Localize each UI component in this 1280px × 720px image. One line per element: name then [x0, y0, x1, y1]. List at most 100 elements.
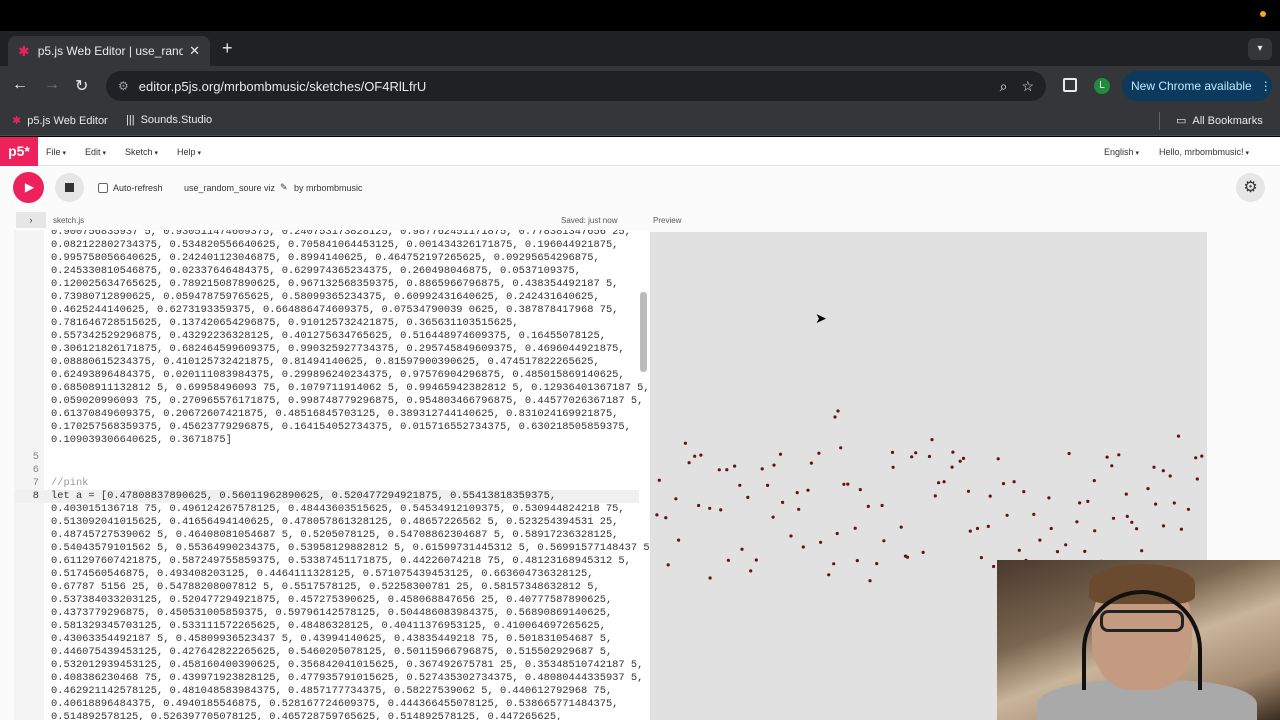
scatter-dot — [858, 488, 862, 492]
site-info-icon[interactable]: ⚙ — [118, 79, 129, 93]
bookmarks-divider — [1159, 112, 1160, 130]
scatter-dot — [832, 562, 836, 566]
code-line: 0.462921142578125, 0.481048583984375, 0.… — [51, 685, 613, 697]
scatter-dot — [1161, 524, 1166, 528]
scatter-dot — [950, 465, 954, 469]
scatter-dot — [835, 531, 839, 536]
settings-gear-icon[interactable]: ⚙ — [1236, 173, 1265, 202]
auto-refresh-label: Auto-refresh — [113, 183, 163, 193]
code-line: 0.446075439453125, 0.427642822265625, 0.… — [51, 646, 613, 658]
scatter-dot — [958, 459, 962, 463]
editor-nav-bar: p5* File Edit Sketch Help English Hello,… — [0, 137, 1280, 166]
scatter-dot — [1186, 507, 1190, 511]
code-editor[interactable]: 0.900756835937 5, 0.930511474609375, 0.2… — [14, 230, 649, 720]
p5-bookmark-icon: ✱ — [12, 115, 22, 127]
code-line: 0.62493896484375, 0.020111083984375, 0.2… — [51, 369, 625, 381]
edit-pencil-icon[interactable]: ✎ — [280, 182, 288, 193]
code-line: 0.557342529296875, 0.43292236328125, 0.4… — [51, 330, 606, 342]
scatter-dot — [914, 451, 918, 455]
auto-refresh-checkbox[interactable] — [98, 183, 108, 193]
back-arrow-icon[interactable]: ← — [12, 76, 28, 94]
scatter-dot — [1092, 479, 1096, 483]
code-line: 0.48745727539062 5, 0.46408081054687 5, … — [51, 529, 619, 541]
p5-favicon-icon: ✱ — [18, 42, 30, 59]
scatter-dot — [1161, 469, 1165, 473]
new-tab-icon[interactable]: + — [222, 38, 233, 59]
scatter-dot — [1111, 516, 1116, 520]
code-line: 0.120025634765625, 0.789215087890625, 0.… — [51, 278, 619, 290]
scatter-dot — [868, 579, 872, 583]
p5-logo[interactable]: p5* — [0, 137, 38, 166]
scatter-dot — [1140, 549, 1144, 553]
address-bar[interactable]: ⚙ editor.p5js.org/mrbombmusic/sketches/O… — [106, 71, 1046, 101]
menu-edit[interactable]: Edit — [85, 147, 106, 157]
menu-help[interactable]: Help — [177, 147, 201, 157]
scatter-dot — [708, 506, 712, 510]
language-menu[interactable]: English — [1104, 147, 1139, 157]
scatter-dot — [699, 453, 703, 457]
zoom-search-icon[interactable]: ⌕ — [1000, 78, 1008, 95]
scatter-dot — [880, 503, 884, 508]
code-line: 0.4373779296875, 0.450531005859375, 0.59… — [51, 607, 613, 619]
scatter-dot — [1005, 513, 1009, 517]
scatter-dot — [1055, 550, 1060, 554]
bookmarks-bar: ✱ p5.js Web Editor ||| Sounds.Studio ▭ A… — [0, 106, 1280, 136]
bookmark-sounds-studio[interactable]: ||| Sounds.Studio — [126, 114, 212, 126]
scatter-dot — [772, 463, 776, 467]
scatter-dot — [1179, 527, 1183, 531]
code-line: 0.73980712890625, 0.059478759765625, 0.5… — [51, 291, 600, 303]
all-bookmarks-button[interactable]: ▭ All Bookmarks — [1176, 114, 1263, 128]
scatter-dot — [1172, 501, 1176, 505]
stop-button[interactable] — [55, 173, 84, 202]
scatter-dot — [890, 450, 895, 454]
bookmark-p5-editor[interactable]: ✱ p5.js Web Editor — [12, 114, 108, 128]
scatter-dot — [795, 491, 799, 495]
menu-sketch[interactable]: Sketch — [125, 147, 158, 157]
forward-arrow-icon[interactable]: → — [44, 76, 60, 94]
glasses-icon — [1100, 610, 1184, 632]
tab-search-chevron-icon[interactable]: ▾ — [1248, 38, 1272, 60]
reload-icon[interactable]: ↻ — [75, 76, 88, 96]
code-let-line: let a = [0.47808837890625, 0.56011962890… — [51, 490, 557, 502]
code-line: 0.61370849609375, 0.20672607421875, 0.48… — [51, 408, 619, 420]
expand-sidebar-arrow-icon[interactable]: › — [16, 212, 46, 228]
scatter-dot — [1124, 492, 1128, 496]
scatter-dot — [1194, 456, 1198, 460]
code-line: 0.40618896484375, 0.4940185546875, 0.528… — [51, 698, 619, 710]
scatter-dot — [988, 494, 992, 498]
scatter-dot — [1117, 453, 1121, 457]
profile-avatar[interactable]: L — [1094, 78, 1110, 94]
scatter-dot — [1047, 496, 1051, 500]
code-line: 0.513092041015625, 0.41656494140625, 0.4… — [51, 516, 619, 528]
scatter-dot — [1078, 501, 1082, 505]
scatter-dot — [801, 545, 805, 549]
sketch-author[interactable]: by mrbombmusic — [294, 183, 363, 193]
save-status: Saved: just now — [561, 216, 618, 225]
tab-title: p5.js Web Editor | use_random_soure viz — [37, 44, 184, 58]
scatter-dot — [827, 573, 831, 577]
line-number: 7 — [32, 477, 39, 489]
code-line: 0.082122802734375, 0.534820556640625, 0.… — [51, 239, 619, 251]
menu-file[interactable]: File — [46, 147, 66, 157]
scatter-dot — [975, 526, 980, 531]
user-menu[interactable]: Hello, mrbombmusic! — [1159, 147, 1249, 157]
bookmark-star-icon[interactable]: ☆ — [1021, 78, 1034, 95]
more-menu-icon[interactable]: ⋮ — [1260, 79, 1272, 93]
sketch-name[interactable]: use_random_soure viz — [184, 183, 275, 193]
browser-tab[interactable]: ✱ p5.js Web Editor | use_random_soure vi… — [8, 36, 210, 66]
scatter-dot — [951, 450, 955, 454]
code-line: 0.43063354492187 5, 0.45809936523437 5, … — [51, 633, 613, 645]
editor-scrollbar[interactable] — [640, 292, 647, 372]
new-chrome-available-button[interactable]: New Chrome available ⋮ — [1122, 71, 1272, 101]
scatter-dot — [853, 526, 857, 530]
scatter-dot — [789, 534, 793, 538]
waveform-icon: ||| — [126, 114, 135, 126]
scatter-dot — [1017, 548, 1021, 552]
scatter-dot — [846, 482, 850, 486]
scatter-dot — [754, 558, 758, 562]
line-number: 6 — [32, 464, 39, 476]
close-tab-icon[interactable]: ✕ — [189, 43, 200, 59]
side-panel-icon[interactable] — [1063, 78, 1077, 92]
play-button[interactable]: ▶ — [13, 172, 44, 203]
scatter-dot — [655, 513, 659, 517]
